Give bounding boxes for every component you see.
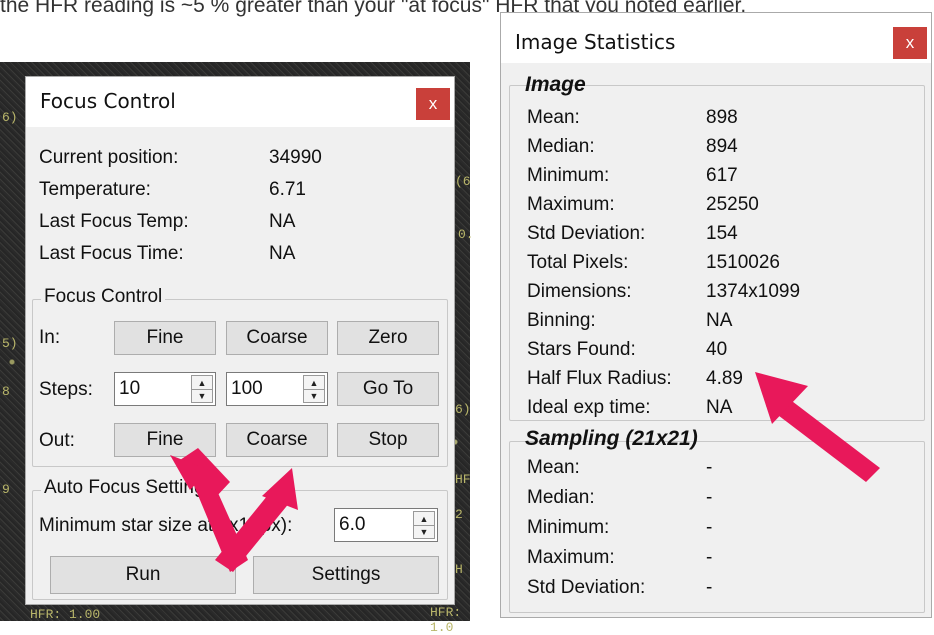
min-star-size-spinner[interactable]: ▲ ▼ — [413, 511, 435, 539]
focus-control-group-title: Focus Control — [41, 286, 166, 308]
out-fine-button[interactable]: Fine — [114, 423, 216, 457]
last-focus-temp-label: Last Focus Temp: — [39, 211, 189, 232]
min-star-size-label: Minimum star size at 1x1 (px): — [39, 515, 293, 536]
astro-image-fragment: H — [455, 562, 463, 577]
current-position-label: Current position: — [39, 147, 179, 168]
stop-button[interactable]: Stop — [337, 423, 439, 457]
temperature-label: Temperature: — [39, 179, 151, 200]
sampling-std-deviation-value: - — [706, 577, 713, 598]
minimum-value: 617 — [706, 165, 738, 186]
minimum-label: Minimum: — [527, 165, 610, 186]
astro-image-fragment: HFR: 1.0 — [430, 605, 462, 635]
stars-found-value: 40 — [706, 339, 728, 360]
focus-close-button[interactable]: x — [416, 88, 450, 120]
std-deviation-value: 154 — [706, 223, 738, 244]
astro-image-fragment: HFR: 1.00 — [30, 607, 101, 622]
astro-image-fragment: 6) — [2, 110, 18, 125]
mean-value: 898 — [706, 107, 738, 128]
run-button[interactable]: Run — [50, 556, 236, 594]
sampling-minimum-value: - — [706, 517, 713, 538]
stars-found-label: Stars Found: — [527, 339, 636, 360]
spin-down-icon[interactable]: ▼ — [192, 389, 212, 402]
min-star-size-value: 6.0 — [339, 514, 366, 535]
stats-window-title: Image Statistics — [515, 30, 676, 54]
maximum-value: 25250 — [706, 194, 759, 215]
ideal-exp-time-label: Ideal exp time: — [527, 397, 651, 418]
median-value: 894 — [706, 136, 738, 157]
focus-control-window: Focus Control x Current position: 34990 … — [25, 76, 455, 605]
zero-button[interactable]: Zero — [337, 321, 439, 355]
astro-image-fragment: 2 — [455, 507, 463, 522]
dimensions-label: Dimensions: — [527, 281, 632, 302]
half-flux-radius-value: 4.89 — [706, 368, 743, 389]
sampling-heading: Sampling (21x21) — [525, 427, 698, 450]
spin-up-icon[interactable]: ▲ — [192, 376, 212, 390]
temperature-value: 6.71 — [269, 179, 306, 200]
stats-titlebar: Image Statistics x — [501, 13, 931, 63]
astro-image-fragment: 6) — [455, 402, 471, 417]
fine-steps-input[interactable]: 10 ▲ ▼ — [114, 372, 216, 406]
in-coarse-button[interactable]: Coarse — [226, 321, 328, 355]
last-focus-temp-value: NA — [269, 211, 296, 232]
maximum-label: Maximum: — [527, 194, 615, 215]
astro-image-fragment: 0. — [458, 227, 474, 242]
in-label: In: — [39, 327, 61, 348]
astro-image-fragment: HF — [455, 472, 471, 487]
binning-label: Binning: — [527, 310, 596, 331]
mean-label: Mean: — [527, 107, 580, 128]
total-pixels-label: Total Pixels: — [527, 252, 629, 273]
sampling-minimum-label: Minimum: — [527, 517, 610, 538]
out-coarse-button[interactable]: Coarse — [226, 423, 328, 457]
spin-down-icon[interactable]: ▼ — [414, 525, 434, 538]
auto-focus-group-title: Auto Focus Settings — [41, 477, 218, 499]
goto-button[interactable]: Go To — [337, 372, 439, 406]
min-star-size-input[interactable]: 6.0 ▲ ▼ — [334, 508, 438, 542]
spin-down-icon[interactable]: ▼ — [304, 389, 324, 402]
last-focus-time-value: NA — [269, 243, 296, 264]
coarse-steps-value: 100 — [231, 378, 263, 399]
in-fine-button[interactable]: Fine — [114, 321, 216, 355]
spin-up-icon[interactable]: ▲ — [304, 376, 324, 390]
astro-image-fragment: 5) — [2, 336, 18, 351]
focus-window-title: Focus Control — [40, 89, 176, 113]
coarse-steps-input[interactable]: 100 ▲ ▼ — [226, 372, 328, 406]
sampling-mean-value: - — [706, 457, 713, 478]
half-flux-radius-label: Half Flux Radius: — [527, 368, 672, 389]
astro-image-fragment: (6 — [455, 174, 471, 189]
image-heading: Image — [525, 73, 586, 96]
std-deviation-label: Std Deviation: — [527, 223, 646, 244]
focus-titlebar: Focus Control x — [26, 77, 454, 127]
median-label: Median: — [527, 136, 595, 157]
astro-image-fragment: 9 — [2, 482, 10, 497]
sampling-median-label: Median: — [527, 487, 595, 508]
dimensions-value: 1374x1099 — [706, 281, 801, 302]
spin-up-icon[interactable]: ▲ — [414, 512, 434, 526]
sampling-mean-label: Mean: — [527, 457, 580, 478]
coarse-steps-spinner[interactable]: ▲ ▼ — [303, 375, 325, 403]
sampling-maximum-label: Maximum: — [527, 547, 615, 568]
sampling-std-deviation-label: Std Deviation: — [527, 577, 646, 598]
stats-close-button[interactable]: x — [893, 27, 927, 59]
total-pixels-value: 1510026 — [706, 252, 780, 273]
fine-steps-value: 10 — [119, 378, 141, 399]
fine-steps-spinner[interactable]: ▲ ▼ — [191, 375, 213, 403]
settings-button[interactable]: Settings — [253, 556, 439, 594]
steps-label: Steps: — [39, 379, 93, 400]
sampling-maximum-value: - — [706, 547, 713, 568]
out-label: Out: — [39, 430, 75, 451]
last-focus-time-label: Last Focus Time: — [39, 243, 184, 264]
image-statistics-window: Image Statistics x Image Mean: 898 Media… — [500, 12, 932, 618]
ideal-exp-time-value: NA — [706, 397, 733, 418]
binning-value: NA — [706, 310, 733, 331]
astro-image-fragment: 8 — [2, 384, 10, 399]
sampling-median-value: - — [706, 487, 713, 508]
current-position-value: 34990 — [269, 147, 322, 168]
